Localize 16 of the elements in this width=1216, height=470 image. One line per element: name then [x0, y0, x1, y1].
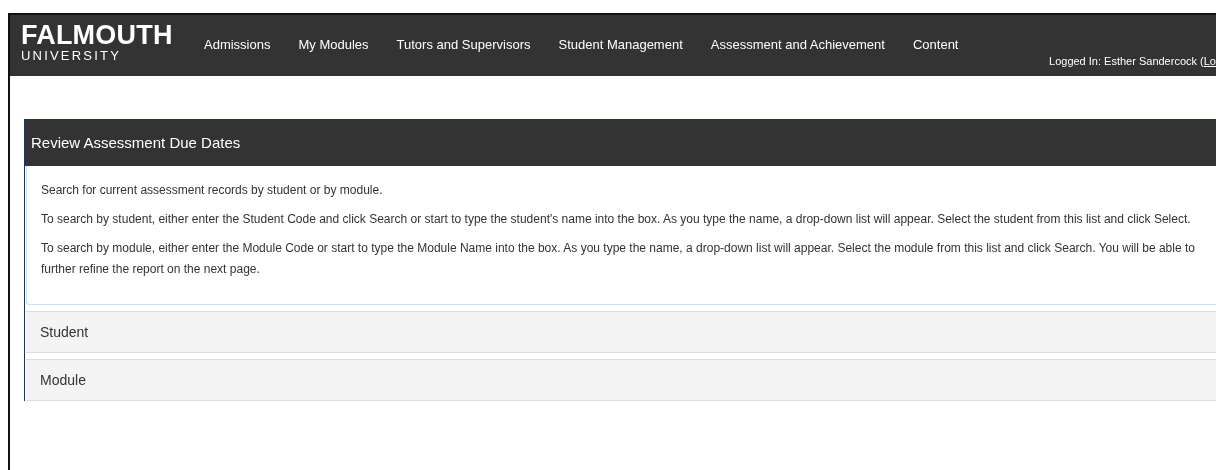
accordion-header[interactable]: Module [26, 359, 1216, 401]
instruction-text: To search by student, either enter the Student Code and click Search or start to type the student's name into the box. As you type the name, a drop-down list will appear. Select the student from this list and click Select. [41, 211, 1192, 228]
logo-title[interactable]: FALMOUTH [21, 21, 191, 49]
nav-link[interactable]: My Modules [298, 37, 369, 52]
instruction-text: Search for current assessment records by student or by module. [41, 182, 384, 199]
nav-link[interactable]: Admissions [204, 37, 271, 52]
logout-link[interactable]: Lo [1203, 55, 1216, 67]
accordion-header[interactable]: Student [26, 311, 1216, 353]
panel-heading: Review Assessment Due Dates [25, 119, 1216, 166]
logo-subtitle: UNIVERSITY [21, 49, 122, 63]
instruction-text: To search by module, either enter the Module Code or start to type the Module Name into the box. As you type the name, a drop-down list will appear. Select the module from this list and click Search. You will be able to further refine the report on the next page. [41, 240, 1196, 278]
nav-link[interactable]: Assessment and Achievement [710, 37, 885, 52]
nav-link[interactable]: Tutors and Supervisors [396, 37, 531, 52]
nav-link[interactable]: Content [912, 37, 959, 52]
nav-link[interactable]: Student Management [558, 37, 683, 52]
user-label: Logged In: Esther Sandercock ( [1049, 55, 1204, 67]
